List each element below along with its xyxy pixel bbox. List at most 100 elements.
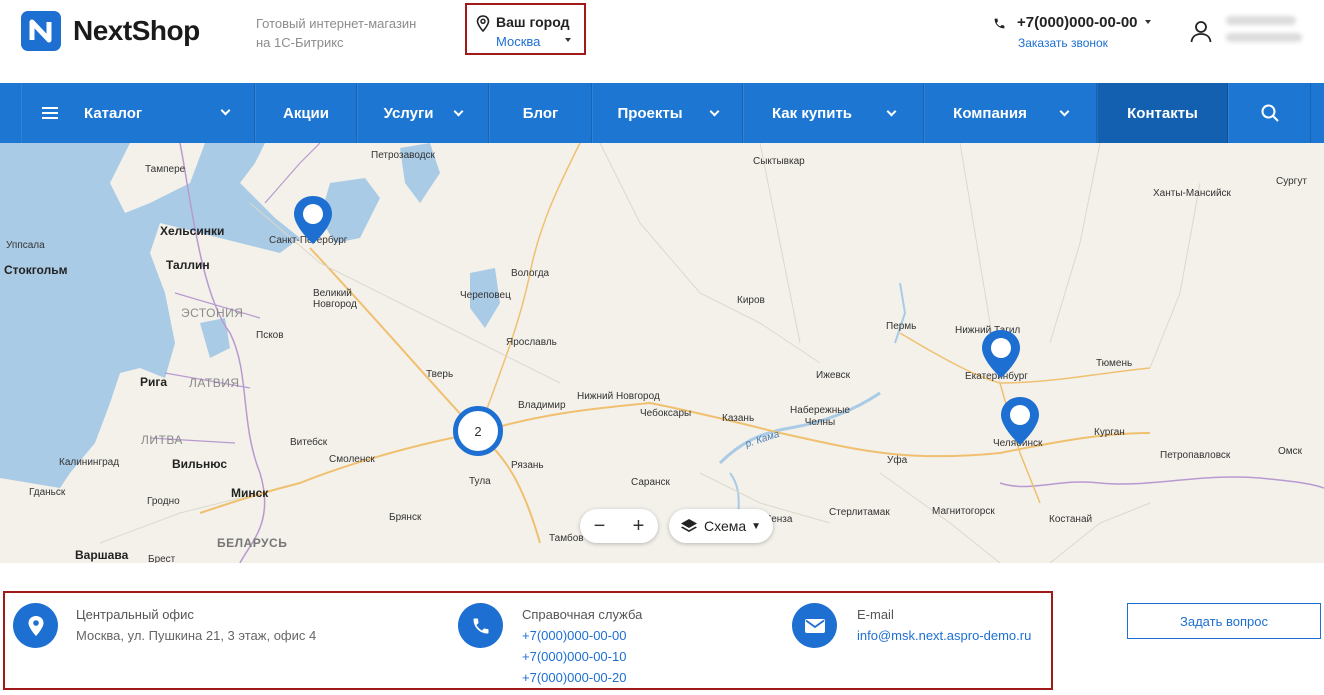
city-dropdown-caret-icon[interactable] <box>565 38 571 42</box>
main-nav: Каталог Акции Услуги Блог Проекты Как ку… <box>0 83 1324 143</box>
nav-item-contacts[interactable]: Контакты <box>1097 83 1228 143</box>
chevron-down-icon <box>709 106 720 116</box>
map-layer-selector[interactable]: Схема ▼ <box>669 509 773 543</box>
map-label-kazan: Казань <box>722 413 755 424</box>
user-icon[interactable] <box>1189 19 1213 48</box>
nav-item-projects[interactable]: Проекты <box>592 83 743 143</box>
zoom-out-button[interactable]: − <box>580 509 619 543</box>
map-label-vitebsk: Витебск <box>290 437 328 448</box>
map-label-tula: Тула <box>469 476 491 487</box>
logo-text: NextShop <box>73 15 200 46</box>
office-title: Центральный офис <box>76 607 194 622</box>
map-label-ryazan: Рязань <box>511 460 544 471</box>
map-marker-chelyabinsk[interactable] <box>999 395 1041 447</box>
map-label-sterlitamak: Стерлитамак <box>829 507 890 518</box>
map-label-khanty-mansiysk: Ханты-Мансийск <box>1153 188 1231 199</box>
email-title: E-mail <box>857 607 894 622</box>
map-label-cherepovets: Череповец <box>460 290 511 301</box>
map-label-vologda: Вологда <box>511 268 550 279</box>
phone-icon <box>993 17 1006 35</box>
logo[interactable]: NextShop <box>21 11 200 51</box>
map-label-nizhny-novgorod: Нижний Новгород <box>577 391 660 402</box>
tagline-line-2: на 1С-Битрикс <box>256 35 344 50</box>
burger-menu-icon <box>42 107 58 119</box>
nav-item-services[interactable]: Услуги <box>357 83 489 143</box>
map-marker-yekaterinburg[interactable] <box>980 328 1022 380</box>
phone-dropdown-caret-icon[interactable] <box>1145 20 1151 24</box>
map-marker-saint-petersburg[interactable] <box>292 194 334 246</box>
nav-item-blog[interactable]: Блог <box>489 83 592 143</box>
map-label-minsk: Минск <box>231 486 269 500</box>
map-label-vladimir: Владимир <box>518 400 566 411</box>
map-label-kostanay: Костанай <box>1049 514 1093 525</box>
ask-question-button[interactable]: Задать вопрос <box>1127 603 1321 639</box>
map-label-magnitogorsk: Магнитогорск <box>932 506 995 517</box>
map[interactable]: Петрозаводск Сыктывкар Тампере Ханты-Ман… <box>0 143 1324 563</box>
request-callback-link[interactable]: Заказать звонок <box>1018 36 1108 50</box>
map-label-stockholm: Стокгольм <box>4 263 68 277</box>
nav-item-company[interactable]: Компания <box>924 83 1097 143</box>
map-label-riga: Рига <box>140 375 168 389</box>
nav-item-label: Услуги <box>383 104 434 122</box>
map-label-veliky-novgorod: Великий Новгород <box>313 288 357 310</box>
layers-icon <box>681 519 697 532</box>
map-label-saransk: Саранск <box>631 477 670 488</box>
city-selector-value[interactable]: Москва <box>496 34 540 49</box>
nav-item-label: Акции <box>282 104 329 122</box>
map-label-izhevsk: Ижевск <box>816 370 851 381</box>
nav-item-promotions[interactable]: Акции <box>255 83 357 143</box>
phone-icon <box>458 603 503 648</box>
support-phone-3[interactable]: +7(000)000-00-20 <box>522 670 626 685</box>
zoom-in-button[interactable]: + <box>619 509 658 543</box>
nav-item-how-to-buy[interactable]: Как купить <box>743 83 924 143</box>
chevron-down-icon <box>1059 106 1070 116</box>
map-label-bryansk: Брянск <box>389 512 422 523</box>
map-label-ufa: Уфа <box>887 455 908 466</box>
search-button[interactable] <box>1228 83 1311 143</box>
header-phone-number[interactable]: +7(000)000-00-00 <box>1017 14 1138 31</box>
nav-item-label: Контакты <box>1127 104 1198 122</box>
map-label-kaliningrad: Калининград <box>59 457 120 468</box>
map-label-tallinn: Таллин <box>166 258 210 272</box>
map-label-estonia: ЭСТОНИЯ <box>181 306 244 320</box>
map-label-latvia: ЛАТВИЯ <box>189 376 240 390</box>
nav-item-label: Проекты <box>617 104 683 122</box>
tagline-line-1: Готовый интернет-магазин <box>256 16 417 31</box>
support-phone-2[interactable]: +7(000)000-00-10 <box>522 649 626 664</box>
map-label-brest: Брест <box>148 554 176 563</box>
office-address: Москва, ул. Пушкина 21, 3 этаж, офис 4 <box>76 628 317 643</box>
map-label-pskov: Псков <box>256 330 284 341</box>
map-label-tver: Тверь <box>426 369 454 380</box>
chevron-down-icon <box>220 105 231 116</box>
map-zoom-control: − + <box>580 509 658 543</box>
map-label-yaroslavl: Ярославль <box>506 337 557 348</box>
map-label-helsinki: Хельсинки <box>160 224 225 238</box>
location-pin-icon <box>13 603 58 648</box>
map-label-surgut: Сургут <box>1276 176 1307 187</box>
search-icon <box>1261 104 1279 122</box>
map-label-belarus: БЕЛАРУСЬ <box>217 536 288 550</box>
city-selector[interactable]: Ваш город Москва <box>465 3 586 55</box>
map-label-grodno: Гродно <box>147 496 180 507</box>
nav-item-catalog[interactable]: Каталог <box>21 83 255 143</box>
map-label-tyumen: Тюмень <box>1096 358 1133 369</box>
map-label-vilnius: Вильнюс <box>172 457 228 471</box>
map-label-petropavlovsk: Петропавловск <box>1160 450 1231 461</box>
logo-mark-icon <box>21 11 61 51</box>
support-title: Справочная служба <box>522 607 643 622</box>
account-name-blurred[interactable] <box>1226 16 1306 50</box>
map-label-petrozavodsk: Петрозаводск <box>371 150 435 161</box>
map-label-tambov: Тамбов <box>549 533 584 544</box>
map-label-cheboksary: Чебоксары <box>640 408 692 419</box>
map-cluster-marker[interactable]: 2 <box>453 406 503 456</box>
map-label-uppsala: Уппсала <box>6 240 45 251</box>
email-link[interactable]: info@msk.next.aspro-demo.ru <box>857 628 1031 643</box>
caret-down-icon: ▼ <box>751 520 762 532</box>
map-background <box>0 143 1324 563</box>
map-label-smolensk: Смоленск <box>329 454 375 465</box>
map-label-kirov: Киров <box>737 295 765 306</box>
city-selector-title: Ваш город <box>496 14 570 30</box>
support-phone-1[interactable]: +7(000)000-00-00 <box>522 628 626 643</box>
map-layer-label: Схема <box>704 518 747 534</box>
nav-item-label: Как купить <box>771 104 853 122</box>
